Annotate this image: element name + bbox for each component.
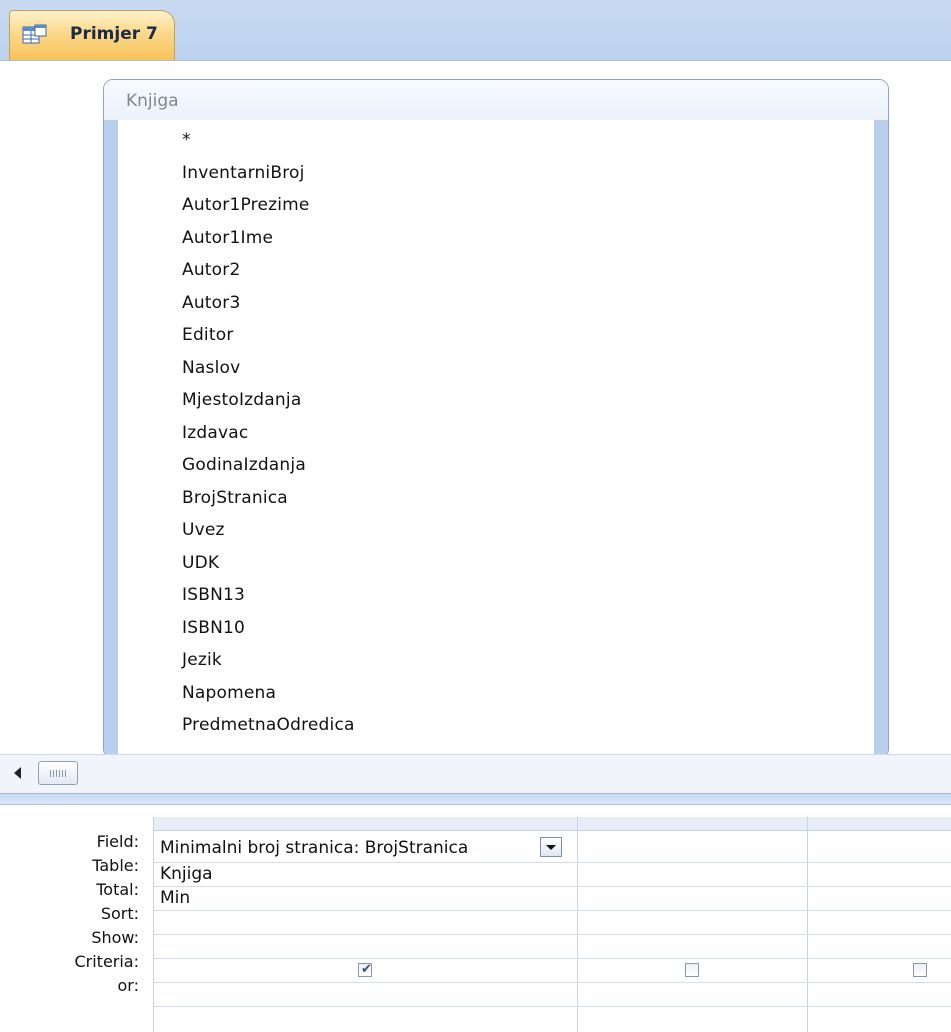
- grid-row-divider: [153, 934, 951, 935]
- field-list-item[interactable]: Autor1Ime: [182, 222, 782, 255]
- show-checkbox-col3[interactable]: [913, 963, 927, 977]
- field-list-item[interactable]: *: [182, 124, 782, 157]
- query-design-grid: Minimalni broj stranica: BrojStranica Kn…: [153, 817, 951, 1032]
- design-grid-area: Field: Table: Total: Sort: Show: Criteri…: [0, 805, 951, 1032]
- table-field-list-knjiga[interactable]: Knjiga * InventarniBroj Autor1Prezime Autor…: [103, 79, 889, 759]
- table-title-bar[interactable]: Knjiga: [104, 80, 888, 120]
- grid-column-divider: [807, 817, 808, 1032]
- grid-row-divider: [153, 910, 951, 911]
- table-title: Knjiga: [126, 91, 179, 111]
- grid-row-labels: Field: Table: Total: Sort: Show: Criteri…: [0, 830, 144, 998]
- field-list: * InventarniBroj Autor1Prezime Autor1Ime Aut…: [182, 124, 782, 742]
- document-tab-bar: Primjer 7: [0, 0, 951, 61]
- field-list-border-right: [874, 120, 888, 758]
- cell-table-col1[interactable]: Knjiga: [160, 864, 213, 884]
- tab-primjer-7[interactable]: Primjer 7: [9, 10, 175, 60]
- field-list-item[interactable]: Jezik: [182, 644, 782, 677]
- field-list-item[interactable]: Autor1Prezime: [182, 189, 782, 222]
- field-list-border-left: [104, 120, 118, 758]
- show-checkbox-col1[interactable]: ✔: [358, 962, 372, 977]
- chevron-down-icon: [546, 845, 556, 850]
- field-list-item[interactable]: Autor2: [182, 254, 782, 287]
- row-label-or: or:: [117, 976, 139, 995]
- field-list-item[interactable]: PredmetnaOdredica: [182, 709, 782, 742]
- grid-row-divider: [153, 886, 951, 887]
- cell-field-col1[interactable]: Minimalni broj stranica: BrojStranica: [160, 838, 468, 858]
- pane-splitter[interactable]: [0, 793, 951, 805]
- tab-title: Primjer 7: [70, 24, 158, 44]
- grid-column-divider: [577, 817, 578, 1032]
- row-label-criteria: Criteria:: [74, 952, 139, 971]
- grid-row-divider: [153, 958, 951, 959]
- show-checkbox-col2[interactable]: [685, 963, 699, 977]
- field-list-item[interactable]: ISBN13: [182, 579, 782, 612]
- field-list-item[interactable]: InventarniBroj: [182, 157, 782, 190]
- field-list-item[interactable]: ISBN10: [182, 612, 782, 645]
- field-list-item[interactable]: MjestoIzdanja: [182, 384, 782, 417]
- field-list-item[interactable]: Uvez: [182, 514, 782, 547]
- field-list-item[interactable]: GodinaIzdanja: [182, 449, 782, 482]
- field-list-item[interactable]: Naslov: [182, 352, 782, 385]
- row-label-total: Total:: [96, 880, 139, 899]
- row-label-show: Show:: [91, 928, 139, 947]
- grid-column-divider: [153, 817, 154, 1032]
- field-list-item[interactable]: UDK: [182, 547, 782, 580]
- query-icon: [22, 24, 47, 44]
- field-list-item[interactable]: Autor3: [182, 287, 782, 320]
- row-label-field: Field:: [96, 832, 139, 851]
- scroll-thumb[interactable]: [38, 761, 78, 785]
- query-design-canvas: Knjiga * InventarniBroj Autor1Prezime Autor…: [0, 61, 951, 759]
- grid-column-selector-bar[interactable]: [153, 817, 951, 831]
- row-label-table: Table:: [92, 856, 139, 875]
- checkmark-icon: ✔: [361, 962, 372, 977]
- grid-row-divider: [153, 1006, 951, 1007]
- field-list-item[interactable]: Editor: [182, 319, 782, 352]
- field-list-item[interactable]: Napomena: [182, 677, 782, 710]
- grid-row-divider: [153, 982, 951, 983]
- field-list-item[interactable]: BrojStranica: [182, 482, 782, 515]
- scroll-left-arrow-icon[interactable]: [14, 767, 21, 779]
- cell-total-col1[interactable]: Min: [160, 888, 190, 908]
- field-dropdown-button[interactable]: [540, 837, 562, 857]
- grip-icon: [50, 770, 66, 777]
- grid-row-divider: [153, 862, 951, 863]
- horizontal-scrollbar[interactable]: [0, 754, 951, 793]
- row-label-sort: Sort:: [100, 904, 139, 923]
- field-list-item[interactable]: Izdavac: [182, 417, 782, 450]
